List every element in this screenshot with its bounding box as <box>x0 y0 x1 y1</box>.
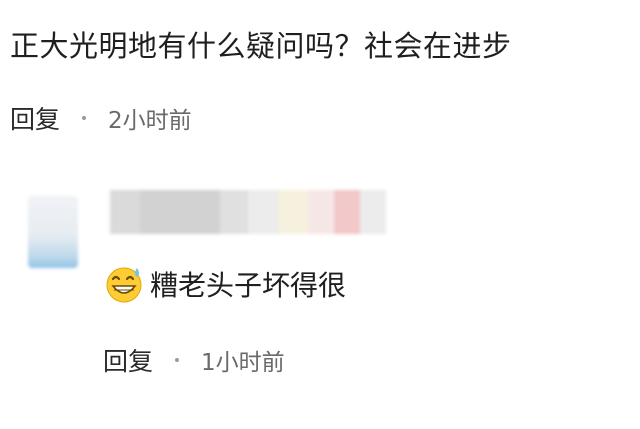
avatar[interactable] <box>28 196 78 268</box>
comment-meta: 回复 2小时前 <box>10 100 192 136</box>
grinning-sweat-emoji-icon <box>106 267 142 303</box>
reply-text: 糟老头子坏得很 <box>150 269 347 302</box>
reply-content: 糟老头子坏得很 <box>104 264 346 304</box>
username-blurred[interactable] <box>110 190 390 234</box>
separator-dot <box>82 116 87 120</box>
timestamp: 2小时前 <box>108 108 192 134</box>
reply-meta: 回复 1小时前 <box>103 342 285 378</box>
reply-button[interactable]: 回复 <box>10 100 60 136</box>
timestamp: 1小时前 <box>201 350 285 376</box>
separator-dot <box>175 358 180 362</box>
comment-text: 正大光明地有什么疑问吗？社会在进步 <box>10 29 512 63</box>
reply-button[interactable]: 回复 <box>103 342 153 378</box>
